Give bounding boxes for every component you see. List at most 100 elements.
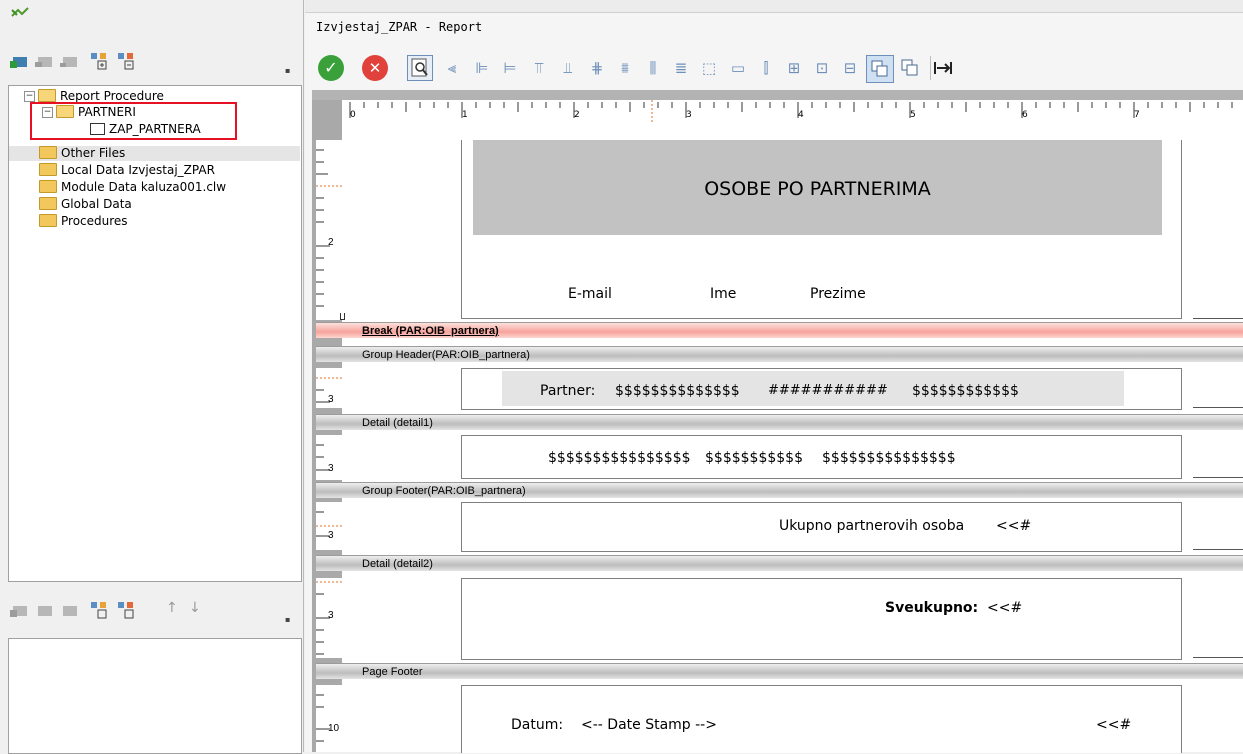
collapse-tree-icon[interactable] xyxy=(117,601,135,619)
group-header-band[interactable]: Group Header(PAR:OIB_partnera) xyxy=(316,346,1243,362)
folder-icon xyxy=(39,180,57,193)
page-number-field[interactable]: <<# xyxy=(1096,717,1131,733)
break-band[interactable]: Break (PAR:OIB_partnera) xyxy=(316,322,1243,338)
vruler-label: 10 xyxy=(328,723,340,734)
vertical-ruler: 3 xyxy=(316,435,342,480)
report-title: OSOBE PO PARTNERIMA xyxy=(704,178,931,200)
collapse-icon[interactable]: − xyxy=(24,91,35,102)
move-down-icon[interactable]: ↓ xyxy=(189,600,201,616)
edit-item-icon[interactable] xyxy=(35,604,53,618)
same-size-icon[interactable]: ⬚ xyxy=(697,55,721,81)
align-left-icon[interactable]: ⫷ xyxy=(440,55,464,81)
delete-item-icon[interactable] xyxy=(60,55,78,69)
preview-icon[interactable] xyxy=(407,55,433,81)
ruler-label: 1 xyxy=(462,110,468,120)
add-item-icon[interactable] xyxy=(10,604,28,618)
band-edge-line xyxy=(1193,477,1243,478)
same-width-icon[interactable]: ▭ xyxy=(726,55,750,81)
cancel-icon[interactable]: ✕ xyxy=(362,55,388,81)
vruler-label: 3 xyxy=(328,610,334,621)
band-edge-line xyxy=(1193,407,1243,408)
partner-label: Partner: xyxy=(540,383,596,399)
tree-item-local-data[interactable]: Local Data Izvjestaj_ZPAR xyxy=(39,163,215,178)
ruler-label: 0 xyxy=(350,110,356,120)
tree-item-label: Procedures xyxy=(61,214,128,228)
move-up-icon[interactable]: ↑ xyxy=(166,600,178,616)
detail2-content[interactable] xyxy=(461,578,1182,660)
align-left-edge-icon[interactable]: ⊫ xyxy=(470,55,494,81)
vruler-label: 3 xyxy=(328,530,334,541)
center-page-horizontal-icon[interactable]: ⊞ xyxy=(782,55,806,81)
app-logo-icon xyxy=(10,6,30,20)
tree-item-module-data[interactable]: Module Data kaluza001.clw xyxy=(39,180,226,195)
tree-item-other-files[interactable]: Other Files xyxy=(9,146,300,161)
collapse-tree-icon[interactable] xyxy=(117,52,135,70)
vruler-label: 3 xyxy=(328,463,334,474)
folder-icon xyxy=(39,214,57,227)
datum-label: Datum: xyxy=(511,717,564,733)
group-footer-band[interactable]: Group Footer(PAR:OIB_partnera) xyxy=(316,482,1243,498)
ukupno-value[interactable]: <<# xyxy=(996,518,1031,534)
detail1-ime-field[interactable]: $$$$$$$$$$$ xyxy=(705,450,803,466)
align-right-edge-icon[interactable]: ⊨ xyxy=(498,55,522,81)
partner-name-field[interactable]: $$$$$$$$$$$$ xyxy=(912,383,1019,399)
tree-item-procedures[interactable]: Procedures xyxy=(39,214,128,229)
tree-item-global-data[interactable]: Global Data xyxy=(39,197,132,212)
ruler-label: 3 xyxy=(686,110,692,120)
add-item-icon[interactable] xyxy=(10,55,28,69)
ruler-label: 7 xyxy=(1134,110,1140,120)
panel-menu-icon[interactable]: ▪ xyxy=(285,66,290,75)
page-footer-content[interactable] xyxy=(461,685,1182,753)
canvas-margin xyxy=(312,90,1243,100)
vruler-label: 2 xyxy=(328,237,334,248)
detail1-band[interactable]: Detail (detail1) xyxy=(316,414,1243,430)
center-page-vertical-icon[interactable]: ⊡ xyxy=(810,55,834,81)
column-ime[interactable]: Ime xyxy=(710,286,736,302)
tree-item-label: Global Data xyxy=(61,197,132,211)
band-edge-line xyxy=(1193,549,1243,550)
detail1-prezime-field[interactable]: $$$$$$$$$$$$$$$ xyxy=(822,450,956,466)
vertical-ruler: 3 xyxy=(316,368,342,408)
accept-icon[interactable]: ✓ xyxy=(318,55,344,81)
ruler-label: 4 xyxy=(798,110,804,120)
tab-order-icon[interactable] xyxy=(930,56,955,80)
sveukupno-value[interactable]: <<# xyxy=(987,600,1022,616)
center-vertical-icon[interactable]: ⩩ xyxy=(613,55,637,81)
left-panel: ▪ − Report Procedure − PARTNERI ZAP_PARTNE… xyxy=(0,0,304,754)
date-stamp-field[interactable]: <-- Date Stamp --> xyxy=(581,717,717,733)
center-in-band-icon[interactable]: ⊟ xyxy=(838,55,862,81)
bring-to-front-icon[interactable] xyxy=(866,55,894,83)
expand-tree-icon[interactable] xyxy=(90,601,108,619)
folder-icon xyxy=(39,163,57,176)
same-height-icon[interactable]: ⫿ xyxy=(754,55,778,81)
column-prezime[interactable]: Prezime xyxy=(810,286,866,302)
vertical-ruler: 3 xyxy=(316,502,342,550)
panel-menu-icon[interactable]: ▪ xyxy=(285,615,290,624)
window-title: Izvjestaj_ZPAR - Report xyxy=(316,20,483,34)
properties-list xyxy=(8,638,302,754)
ruler-label: 5 xyxy=(910,110,916,120)
edit-item-icon[interactable] xyxy=(35,55,53,69)
vertical-ruler: 3 xyxy=(316,578,342,658)
resize-handle[interactable] xyxy=(340,313,345,320)
align-top-icon[interactable]: ⫪ xyxy=(527,55,551,81)
distribute-horizontal-icon[interactable]: ⫼ xyxy=(641,55,665,81)
band-edge-line xyxy=(1193,657,1243,658)
detail2-band[interactable]: Detail (detail2) xyxy=(316,555,1243,571)
expand-tree-icon[interactable] xyxy=(90,52,108,70)
highlight-box xyxy=(30,102,237,140)
column-email[interactable]: E-mail xyxy=(568,286,612,302)
folder-open-icon xyxy=(38,89,56,102)
distribute-vertical-icon[interactable]: ≣ xyxy=(669,55,693,81)
center-horizontal-icon[interactable]: ⋕ xyxy=(585,55,609,81)
folder-icon xyxy=(39,146,57,159)
detail1-email-field[interactable]: $$$$$$$$$$$$$$$$ xyxy=(548,450,691,466)
partner-field[interactable]: $$$$$$$$$$$$$$ xyxy=(615,383,740,399)
align-bottom-icon[interactable]: ⫫ xyxy=(556,55,580,81)
partner-id-field[interactable]: ########### xyxy=(768,383,888,398)
vruler-label: 3 xyxy=(328,394,334,405)
send-to-back-icon[interactable] xyxy=(898,56,922,80)
delete-item-icon[interactable] xyxy=(60,604,78,618)
page-footer-band[interactable]: Page Footer xyxy=(316,663,1243,679)
ukupno-label: Ukupno partnerovih osoba xyxy=(779,518,965,534)
